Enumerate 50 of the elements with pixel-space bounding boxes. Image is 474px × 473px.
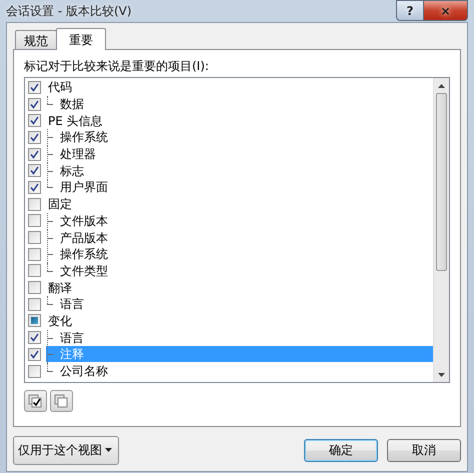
pages-icon: [54, 394, 69, 408]
checked-pages-icon: [28, 394, 43, 408]
tree-item[interactable]: 数据: [46, 96, 433, 112]
checkbox[interactable]: [28, 98, 41, 111]
list-label: 标记对于比较来说是重要的项目(I):: [24, 58, 210, 74]
tree-item[interactable]: 操作系统: [46, 246, 433, 262]
tree-item[interactable]: 操作系统: [46, 129, 433, 146]
scope-dropdown[interactable]: 仅用于这个视图: [13, 436, 119, 464]
check-all-button[interactable]: [24, 390, 47, 412]
tree-item[interactable]: 代码: [46, 79, 433, 96]
checkbox[interactable]: [28, 198, 41, 211]
checkbox[interactable]: [28, 364, 41, 378]
window-title: 会话设置 - 版本比较(V): [6, 2, 132, 20]
scrollbar[interactable]: [433, 78, 449, 382]
tab[interactable]: 规范: [15, 30, 57, 49]
tree-item[interactable]: 标志: [46, 162, 433, 179]
tree-item[interactable]: 固定: [46, 196, 433, 212]
tree-item[interactable]: PE 头信息: [46, 112, 433, 129]
uncheck-all-button[interactable]: [50, 390, 73, 412]
cancel-button[interactable]: 取消: [387, 438, 461, 462]
tree-item[interactable]: 文件类型: [46, 262, 433, 279]
ok-button[interactable]: 确定: [304, 438, 378, 462]
checkbox[interactable]: [28, 148, 41, 161]
checkbox[interactable]: [28, 331, 41, 344]
help-button[interactable]: ?: [396, 0, 424, 21]
tree-item[interactable]: 公司名称: [46, 363, 433, 380]
tab[interactable]: 重要: [56, 28, 106, 50]
checkbox[interactable]: [28, 164, 41, 178]
tree-item[interactable]: 语言: [46, 296, 433, 312]
checkbox[interactable]: [28, 114, 41, 128]
checkbox[interactable]: [28, 281, 41, 294]
checkbox[interactable]: [28, 214, 41, 228]
tree-item[interactable]: 文件版本: [46, 212, 433, 229]
checkbox[interactable]: [28, 314, 41, 328]
tree-item[interactable]: 变化: [46, 312, 433, 329]
scroll-down-icon[interactable]: [438, 372, 445, 376]
scroll-up-icon[interactable]: [438, 84, 445, 88]
checkbox[interactable]: [28, 231, 41, 244]
checkbox[interactable]: [28, 248, 41, 261]
checkbox[interactable]: [28, 130, 41, 144]
tree-item[interactable]: 处理器: [46, 146, 433, 162]
checkbox[interactable]: [28, 264, 41, 278]
checkbox[interactable]: [28, 180, 41, 194]
tree-item[interactable]: 翻译: [46, 280, 433, 296]
checkbox[interactable]: [28, 298, 41, 311]
tree-item[interactable]: 用户界面: [46, 179, 433, 196]
checkbox[interactable]: [28, 348, 41, 361]
tree-item[interactable]: 产品版本: [46, 230, 433, 246]
dropdown-arrow-icon: [105, 448, 112, 452]
checkbox[interactable]: [28, 80, 41, 94]
